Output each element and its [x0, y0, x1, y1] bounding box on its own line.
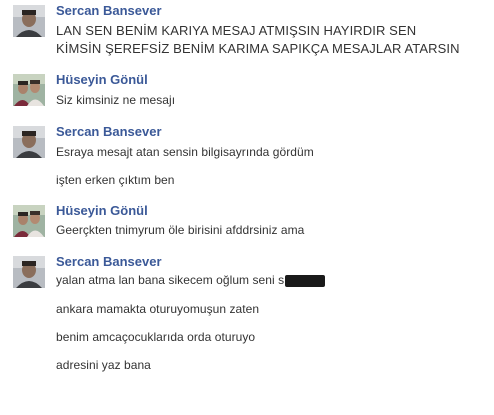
- avatar[interactable]: [13, 5, 45, 37]
- profile-photo-sercan-icon: [13, 256, 45, 288]
- profile-photo-sercan-icon: [13, 5, 45, 37]
- message-text: Siz kimsiniz ne mesajı: [56, 93, 176, 107]
- message-text: Geerçkten tnimyrum öle birisini afddrsin…: [56, 223, 305, 237]
- avatar[interactable]: [13, 256, 45, 288]
- sender-name[interactable]: Hüseyin Gönül: [56, 203, 148, 219]
- profile-photo-huseyin-icon: [13, 74, 45, 106]
- redaction-scribble: [285, 274, 326, 287]
- sender-name[interactable]: Sercan Bansever: [56, 3, 162, 19]
- message-text: benim amcaçocuklarıda orda oturuyo: [56, 330, 256, 344]
- message-text: KİMSİN ŞEREFSİZ BENİM KARIMA SAPIKÇA MES…: [56, 41, 460, 56]
- message-text: işten erken çıktım ben: [56, 173, 175, 187]
- avatar[interactable]: [13, 74, 45, 106]
- message-text: Esraya mesajt atan sensin bilgisayrında …: [56, 145, 314, 159]
- sender-name[interactable]: Sercan Bansever: [56, 254, 162, 270]
- message-text: yalan atma lan bana sikecem oğlum seni s: [56, 273, 326, 288]
- profile-photo-sercan-icon: [13, 126, 45, 158]
- message-text: adresini yaz bana: [56, 358, 151, 372]
- avatar[interactable]: [13, 205, 45, 237]
- message-text: ankara mamakta oturuyomuşun zaten: [56, 302, 260, 316]
- sender-name[interactable]: Hüseyin Gönül: [56, 72, 148, 88]
- message-text: LAN SEN BENİM KARIYA MESAJ ATMIŞSIN HAYI…: [56, 23, 417, 38]
- message-text-fragment: yalan atma lan bana sikecem oğlum seni s: [56, 273, 285, 287]
- sender-name[interactable]: Sercan Bansever: [56, 124, 162, 140]
- avatar[interactable]: [13, 126, 45, 158]
- profile-photo-huseyin-icon: [13, 205, 45, 237]
